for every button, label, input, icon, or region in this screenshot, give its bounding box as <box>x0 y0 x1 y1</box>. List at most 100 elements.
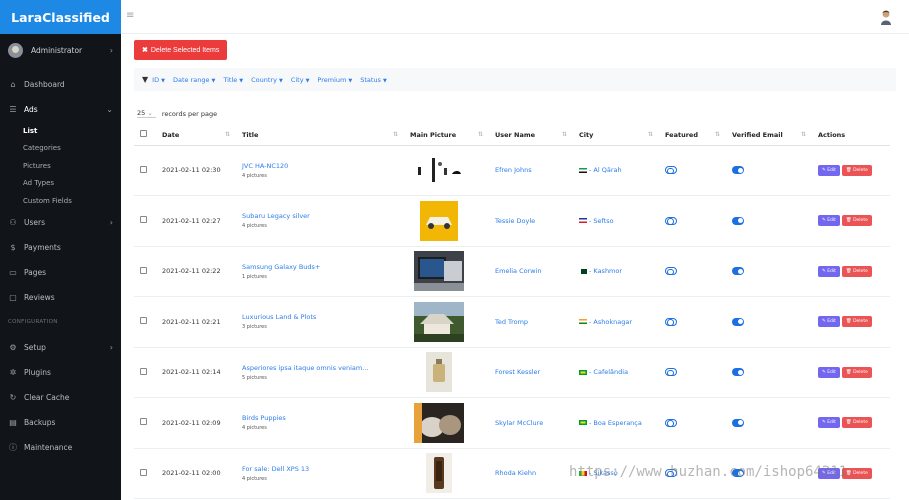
filter-country[interactable]: Country ▼ <box>251 76 283 84</box>
brand-logo[interactable]: LaraClassified <box>0 0 121 34</box>
filter-title[interactable]: Title ▼ <box>223 76 243 84</box>
ad-thumbnail[interactable] <box>414 150 464 191</box>
column-header-main-picture[interactable]: Main Picture ⇅ <box>404 125 489 146</box>
sidebar-subitem-pictures[interactable]: Pictures <box>0 157 121 175</box>
verified-email-toggle[interactable] <box>732 368 744 377</box>
filter-premium[interactable]: Premium ▼ <box>317 76 352 84</box>
sidebar-subitem-custom-fields[interactable]: Custom Fields <box>0 192 121 210</box>
sidebar-item-maintenance[interactable]: ⓘ Maintenance <box>0 435 121 460</box>
edit-button[interactable]: ✎ Edit <box>818 215 840 227</box>
row-checkbox[interactable] <box>140 468 147 476</box>
sidebar-item-users[interactable]: ⚇ Users › <box>0 210 121 235</box>
sidebar-item-setup[interactable]: ⚙ Setup › <box>0 335 121 360</box>
select-all-checkbox[interactable] <box>140 130 147 138</box>
user-name-link[interactable]: Emelia Corwin <box>495 267 542 275</box>
delete-button[interactable]: 🗑 Delete <box>841 164 872 176</box>
delete-button[interactable]: 🗑 Delete <box>841 316 872 328</box>
filter-status[interactable]: Status ▼ <box>360 76 387 84</box>
ad-thumbnail[interactable] <box>414 453 464 494</box>
column-header-title[interactable]: Title ⇅ <box>236 125 404 146</box>
edit-button[interactable]: ✎ Edit <box>818 417 840 429</box>
menu-icon[interactable]: ≡ <box>126 10 134 21</box>
verified-email-toggle[interactable] <box>732 317 744 326</box>
edit-button[interactable]: ✎ Edit <box>818 316 840 328</box>
column-header-verified-email[interactable]: Verified Email ⇅ <box>726 125 812 146</box>
ad-title-link[interactable]: For sale: Dell XPS 13 <box>242 465 404 473</box>
verified-email-toggle[interactable] <box>732 216 744 225</box>
verified-email-toggle[interactable] <box>732 418 744 427</box>
ad-thumbnail[interactable] <box>414 251 464 292</box>
sidebar-item-reviews[interactable]: ▢ Reviews <box>0 285 121 310</box>
column-header-city[interactable]: City ⇅ <box>573 125 659 146</box>
delete-button[interactable]: 🗑 Delete <box>841 417 872 429</box>
ad-title-link[interactable]: JVC HA-NC120 <box>242 162 404 170</box>
sort-icon: ⇅ <box>224 131 230 138</box>
row-select-cell <box>134 246 156 297</box>
filter-id[interactable]: ID ▼ <box>152 76 165 84</box>
sidebar-item-ads[interactable]: ☰ Ads ⌄ <box>0 97 121 122</box>
featured-toggle[interactable] <box>665 368 677 377</box>
edit-button[interactable]: ✎ Edit <box>818 164 840 176</box>
records-per-page-select[interactable]: 25 ⌄ <box>137 109 156 118</box>
city-link[interactable]: - Ashoknagar <box>589 318 632 326</box>
ad-thumbnail[interactable] <box>414 301 464 342</box>
row-checkbox[interactable] <box>140 317 147 325</box>
filter-city[interactable]: City ▼ <box>291 76 310 84</box>
column-header-date[interactable]: Date ⇅ <box>156 125 236 146</box>
city-link[interactable]: - Kashmor <box>589 267 622 275</box>
ad-title-link[interactable]: Subaru Legacy silver <box>242 212 404 220</box>
featured-toggle[interactable] <box>665 267 677 276</box>
ad-title-link[interactable]: Asperiores ipsa itaque omnis veniam... <box>242 364 404 372</box>
ad-thumbnail[interactable] <box>414 402 464 443</box>
featured-toggle[interactable] <box>665 216 677 225</box>
row-checkbox[interactable] <box>140 266 147 274</box>
sidebar-item-clear-cache[interactable]: ↻ Clear Cache <box>0 385 121 410</box>
ad-title-link[interactable]: Birds Puppies <box>242 414 404 422</box>
row-checkbox[interactable] <box>140 165 147 173</box>
sidebar-user[interactable]: Administrator › <box>0 35 121 65</box>
city-link[interactable]: - Seftso <box>589 217 614 225</box>
user-name-link[interactable]: Ted Tromp <box>495 318 528 326</box>
delete-button[interactable]: 🗑 Delete <box>841 366 872 378</box>
delete-selected-button[interactable]: ✖ Delete Selected Items <box>134 40 228 60</box>
city-link[interactable]: - Boa Esperança <box>589 419 642 427</box>
delete-button[interactable]: 🗑 Delete <box>841 265 872 277</box>
flag-icon <box>579 167 587 173</box>
edit-button[interactable]: ✎ Edit <box>818 265 840 277</box>
sidebar-item-backups[interactable]: ▤ Backups <box>0 410 121 435</box>
user-name-link[interactable]: Forest Kessler <box>495 368 540 376</box>
sidebar-subitem-list[interactable]: List <box>0 122 121 140</box>
column-header-user-name[interactable]: User Name ⇅ <box>489 125 573 146</box>
column-header-featured[interactable]: Featured ⇅ <box>659 125 726 146</box>
verified-email-cell <box>726 397 812 449</box>
sidebar-item-payments[interactable]: $ Payments <box>0 235 121 260</box>
ad-title-link[interactable]: Samsung Galaxy Buds+ <box>242 263 404 271</box>
sidebar-item-plugins[interactable]: ✲ Plugins <box>0 360 121 385</box>
user-avatar-icon[interactable] <box>879 9 893 25</box>
ad-title-link[interactable]: Luxurious Land & Plots <box>242 313 404 321</box>
filter-date-range[interactable]: Date range ▼ <box>173 76 215 84</box>
user-name-link[interactable]: Efren Johns <box>495 166 532 174</box>
delete-button[interactable]: 🗑 Delete <box>841 215 872 227</box>
ad-thumbnail[interactable] <box>414 352 464 393</box>
row-checkbox[interactable] <box>140 367 147 375</box>
featured-toggle[interactable] <box>665 166 677 175</box>
delete-label: Delete <box>853 218 868 224</box>
city-link[interactable]: - Cafelândia <box>589 368 628 376</box>
row-checkbox[interactable] <box>140 216 147 224</box>
city-link[interactable]: - Al Qārah <box>589 166 622 174</box>
verified-email-toggle[interactable] <box>732 166 744 175</box>
user-name-link[interactable]: Rhoda Kiehn <box>495 469 536 477</box>
sidebar-item-pages[interactable]: ▭ Pages <box>0 260 121 285</box>
ad-thumbnail[interactable] <box>414 200 464 241</box>
row-checkbox[interactable] <box>140 418 147 426</box>
edit-button[interactable]: ✎ Edit <box>818 366 840 378</box>
featured-toggle[interactable] <box>665 317 677 326</box>
user-name-link[interactable]: Skylar McClure <box>495 419 543 427</box>
sidebar-subitem-categories[interactable]: Categories <box>0 140 121 158</box>
sidebar-subitem-ad-types[interactable]: Ad Types <box>0 175 121 193</box>
sidebar-item-dashboard[interactable]: ⌂ Dashboard <box>0 72 121 97</box>
featured-toggle[interactable] <box>665 418 677 427</box>
verified-email-toggle[interactable] <box>732 267 744 276</box>
user-name-link[interactable]: Tessie Doyle <box>495 217 535 225</box>
